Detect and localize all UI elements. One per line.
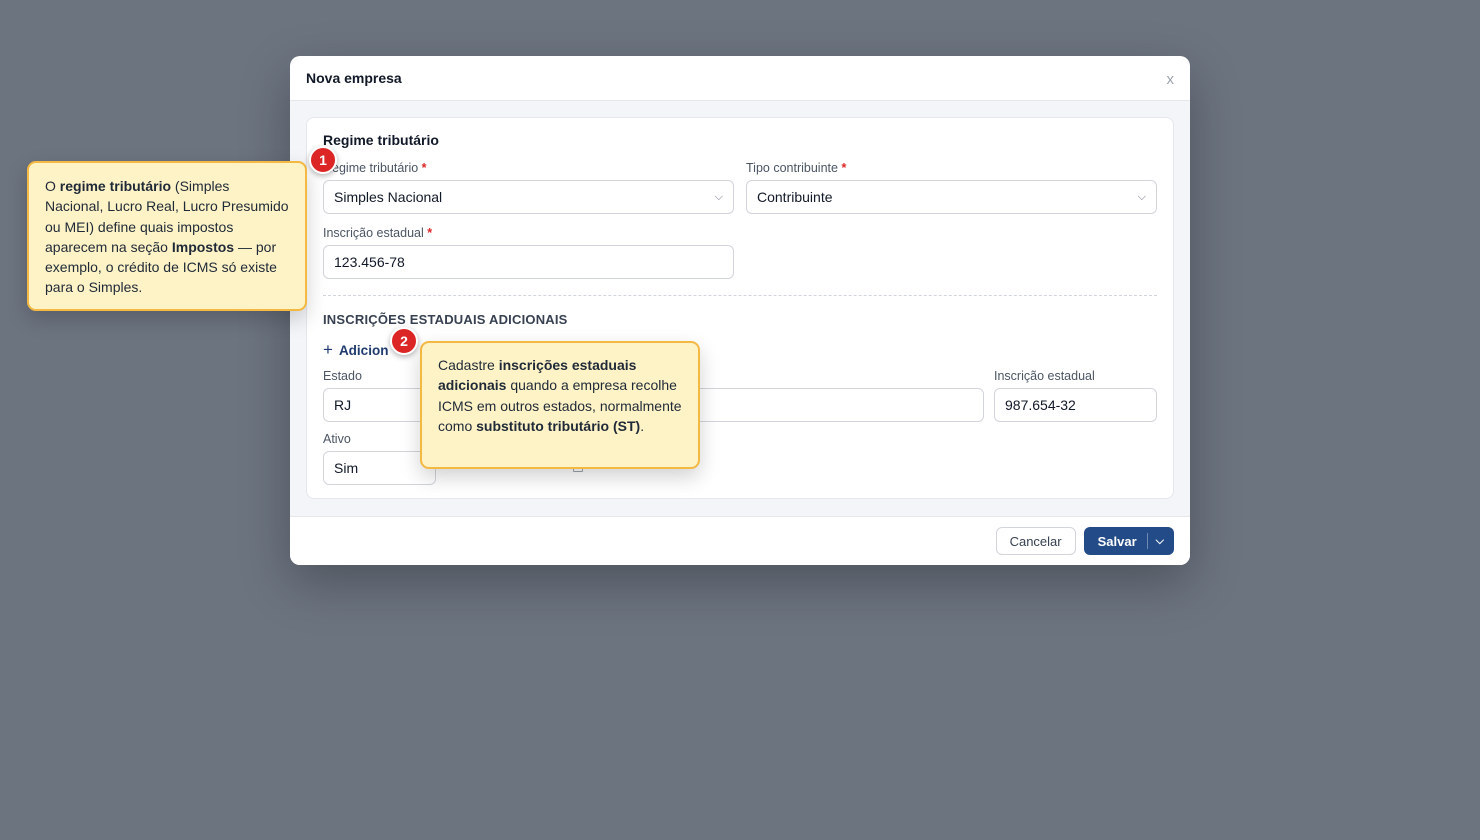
chevron-down-icon: ⌵ xyxy=(1137,190,1146,203)
state-registration-input[interactable]: 123.456-78 xyxy=(323,245,734,279)
regime-value: Simples Nacional xyxy=(334,189,443,205)
taxpayer-type-value: Contribuinte xyxy=(757,189,833,205)
close-button[interactable]: x xyxy=(1167,71,1175,88)
additional-ie-field: Inscrição estadual 987.654-32 xyxy=(994,369,1157,422)
modal-header: Nova empresa x xyxy=(290,56,1190,101)
modal-footer: Cancelar Salvar ⌵ xyxy=(290,516,1190,565)
state-value: RJ xyxy=(334,397,352,413)
plus-icon: + xyxy=(323,340,333,359)
active-value: Sim xyxy=(334,460,359,476)
tooltip-tax-regime: O regime tributário (Simples Nacional, L… xyxy=(27,161,307,311)
additional-ie-label: Inscrição estadual xyxy=(994,369,1095,383)
chevron-down-icon[interactable]: ⌵ xyxy=(1148,535,1174,548)
section-divider xyxy=(323,295,1157,296)
chevron-down-icon: ⌵ xyxy=(714,190,723,203)
additional-ie-input[interactable]: 987.654-32 xyxy=(994,388,1157,422)
additional-registrations-heading: INSCRIÇÕES ESTADUAIS ADICIONAIS xyxy=(323,312,568,327)
add-registration-label: Adicion xyxy=(338,342,389,358)
taxpayer-type-select[interactable]: Contribuinte ⌵ xyxy=(746,180,1157,214)
state-registration-value: 123.456-78 xyxy=(334,254,405,270)
regime-select[interactable]: Simples Nacional ⌵ xyxy=(323,180,734,214)
step-badge-1: 1 xyxy=(309,146,337,174)
step-badge-2: 2 xyxy=(390,327,418,355)
modal-title: Nova empresa xyxy=(306,70,402,86)
state-registration-field: Inscrição estadual * 123.456-78 xyxy=(323,226,734,279)
state-registration-label: Inscrição estadual * xyxy=(323,226,433,240)
save-label: Salvar xyxy=(1084,533,1148,549)
save-button[interactable]: Salvar ⌵ xyxy=(1083,527,1174,555)
taxpayer-type-label: Tipo contribuinte * xyxy=(746,161,847,175)
section-title: Regime tributário xyxy=(323,132,439,148)
taxpayer-type-field: Tipo contribuinte * Contribuinte ⌵ xyxy=(746,161,1157,214)
tooltip-additional-registrations: Cadastre inscrições estaduais adicionais… xyxy=(420,341,700,469)
regime-label: Regime tributário * xyxy=(323,161,427,175)
add-registration-button[interactable]: + Adicion xyxy=(323,340,388,360)
cancel-button[interactable]: Cancelar xyxy=(995,527,1076,555)
regime-field: Regime tributário * Simples Nacional ⌵ xyxy=(323,161,734,214)
new-company-modal: Nova empresa x Regime tributário Regime … xyxy=(290,56,1190,565)
additional-ie-value: 987.654-32 xyxy=(1005,397,1076,413)
